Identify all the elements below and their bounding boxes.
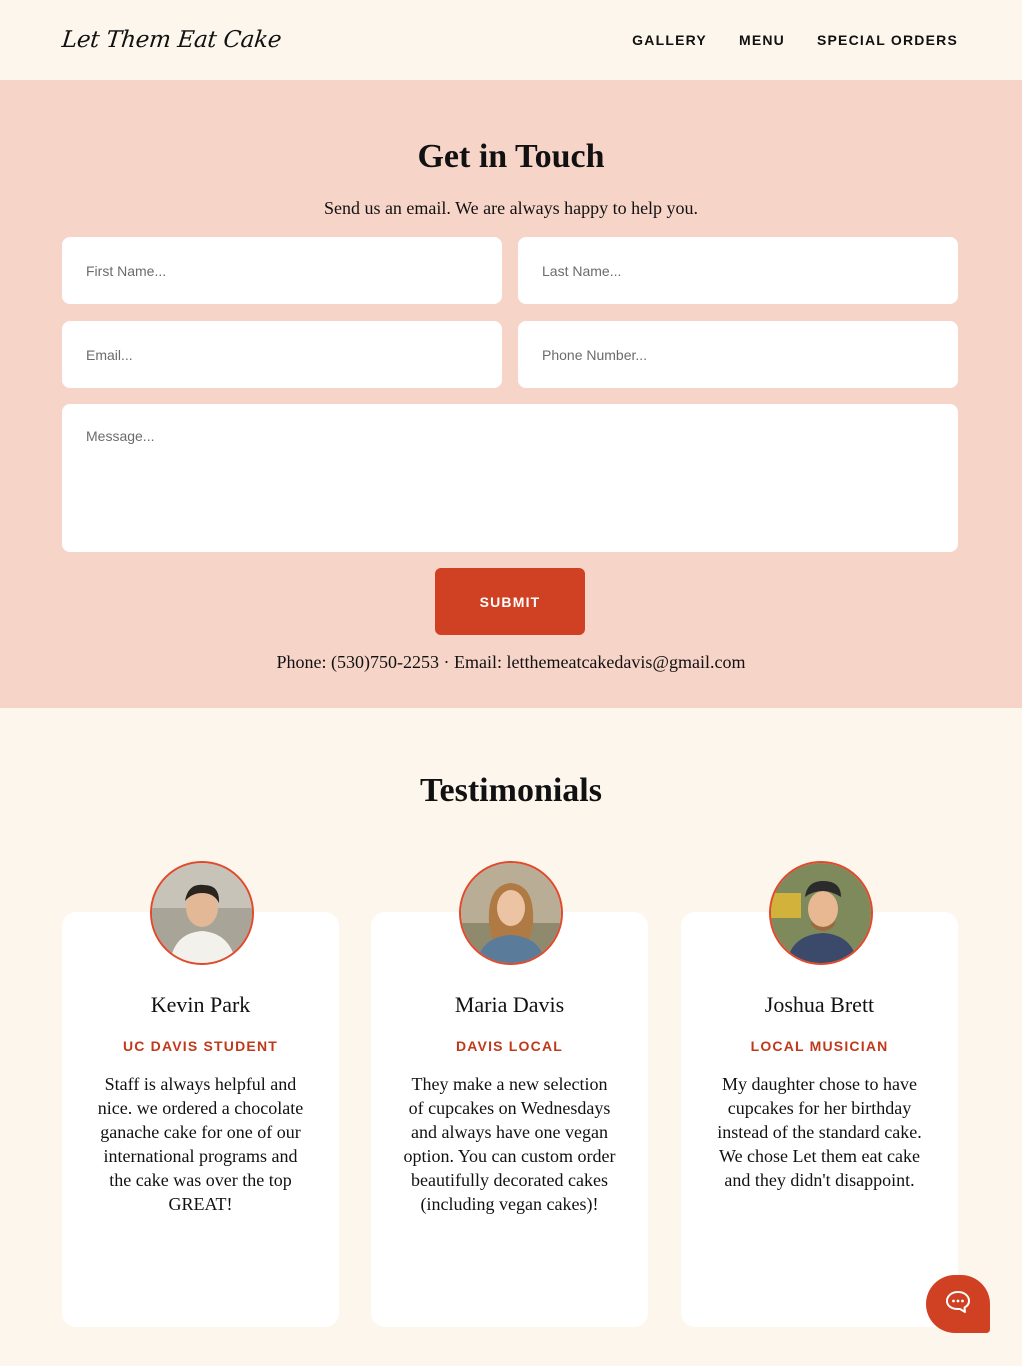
nav-menu[interactable]: MENU [739,32,785,48]
testimonial-card: Joshua Brett LOCAL MUSICIAN My daughter … [681,861,958,1327]
testimonial-card: Maria Davis DAVIS LOCAL They make a new … [371,861,648,1327]
testimonial-quote: They make a new selection of cupcakes on… [403,1074,616,1214]
main-nav: GALLERY MENU SPECIAL ORDERS [632,32,958,48]
contact-info: Phone: (530)750-2253 · Email: letthemeat… [276,652,746,672]
first-name-input[interactable] [62,237,502,304]
testimonials-title: Testimonials [419,772,602,809]
submit-button[interactable]: SUBMIT [435,568,585,635]
avatar [769,861,873,965]
last-name-input[interactable] [518,237,958,304]
email-input[interactable] [62,321,502,388]
site-header: Let Them Eat Cake GALLERY MENU SPECIAL O… [0,0,1022,80]
testimonial-name: Joshua Brett [764,992,875,1017]
contact-title: Get in Touch [417,138,605,175]
site-logo[interactable]: Let Them Eat Cake [61,27,283,53]
testimonial-role: DAVIS LOCAL [455,1038,564,1054]
message-textarea[interactable] [62,404,958,552]
phone-input[interactable] [518,321,958,388]
testimonial-name: Maria Davis [454,992,565,1017]
avatar [150,861,254,965]
testimonial-quote: My daughter chose to have cupcakes for h… [717,1074,922,1190]
contact-subtitle: Send us an email. We are always happy to… [323,198,699,218]
avatar [459,861,563,965]
testimonial-role: LOCAL MUSICIAN [750,1038,889,1054]
chat-bubble-icon [945,1290,971,1319]
contact-section: Get in Touch Send us an email. We are al… [0,80,1022,708]
nav-special-orders[interactable]: SPECIAL ORDERS [817,32,958,48]
chat-button[interactable] [926,1275,990,1333]
testimonial-role: UC DAVIS STUDENT [122,1038,279,1054]
testimonial-name: Kevin Park [150,992,251,1017]
testimonial-quote: Staff is always helpful and nice. we ord… [97,1074,304,1214]
testimonial-card: Kevin Park UC DAVIS STUDENT Staff is alw… [62,861,339,1327]
nav-gallery[interactable]: GALLERY [632,32,707,48]
